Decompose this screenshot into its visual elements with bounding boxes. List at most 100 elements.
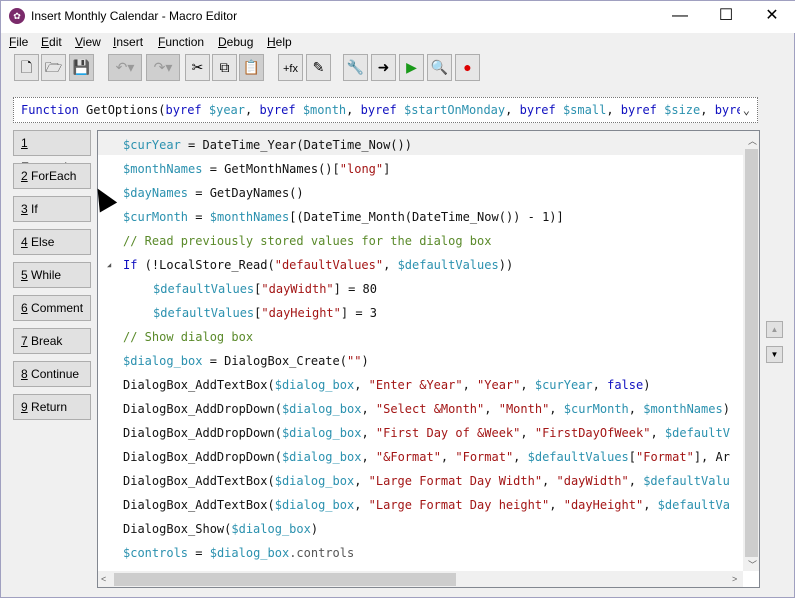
code-token: , [245,103,260,117]
open-button[interactable]: 🗁 [41,54,66,81]
code-token: "dayWidth" [261,282,334,296]
code-line: DialogBox_AddTextBox($dialog_box, "Enter… [123,373,650,397]
code-token: GetOptions( [86,103,166,117]
code-token: // Show dialog box [123,330,254,344]
snippet-button-foreach[interactable]: 2 ForEach [13,163,91,189]
code-token: , [520,426,535,440]
function-selector[interactable]: Function GetOptions(byref $year, byref $… [13,97,758,123]
code-token: "long" [339,162,384,176]
code-token: , [549,498,564,512]
code-token: "Month" [498,402,550,416]
redo-button[interactable]: ↷▾ [146,54,180,81]
code-token: , [361,426,376,440]
code-editor[interactable]: $curYear = DateTime_Year(DateTime_Now())… [97,130,760,588]
code-token: $monthNames [643,402,723,416]
undo-button[interactable]: ↶▾ [108,54,142,81]
vertical-scroll-thumb[interactable] [745,149,758,557]
find-button[interactable]: 🔍 [427,54,452,81]
snippet-button-expression[interactable]: 1 Expression [13,130,91,174]
scroll-up-icon[interactable]: ︿ [748,134,757,147]
code-line: DialogBox_AddTextBox($dialog_box, "Large… [123,493,730,517]
maximize-button[interactable]: ☐ [703,1,749,31]
snippet-button-else[interactable]: 4 Else [13,229,91,255]
menu-function[interactable]: Function [158,35,204,49]
snippet-label: If [27,202,38,216]
move-up-button[interactable]: ▲ [766,321,783,338]
snippet-button-break[interactable]: 7 Break [13,328,91,354]
code-token: [(DateTime_Month(DateTime_Now()) - 1)] [289,210,564,224]
code-token: DialogBox_AddTextBox( [123,498,275,512]
snippet-label: While [27,268,62,282]
code-token: "dayHeight" [563,498,644,512]
new-icon: 🗋 [20,59,33,75]
code-token: "&Format" [375,450,441,464]
menu-debug[interactable]: Debug [218,35,253,49]
title-bar: ✿ Insert Monthly Calendar - Macro Editor… [1,1,795,33]
function-signature: Function GetOptions(byref $year, byref $… [21,103,757,117]
paste-button[interactable]: 📋 [239,54,264,81]
code-token: = GetMonthNames()[ [202,162,340,176]
snippet-button-comment[interactable]: 6 Comment [13,295,91,321]
snippet-button-if[interactable]: 3 If [13,196,91,222]
snippet-accelerator: 8 [21,367,28,381]
wrench-button[interactable]: 🔧 [343,54,368,81]
code-token: "Select &Month" [375,402,485,416]
scroll-down-icon[interactable]: ﹀ [748,558,757,571]
code-token: ] [383,162,391,176]
code-token: "First Day of &Week" [375,426,521,440]
minimize-button[interactable]: — [657,1,703,31]
code-token: $curMonth [563,402,629,416]
code-token: ) [722,402,730,416]
snippet-button-continue[interactable]: 8 Continue [13,361,91,387]
code-token: $controls [123,546,189,560]
new-button[interactable]: 🗋 [14,54,39,81]
code-token: $defaultValues [153,306,255,320]
save-button[interactable]: 💾 [69,54,94,81]
code-token: byref [360,103,404,117]
menu-help[interactable]: Help [267,35,292,49]
menu-edit[interactable]: Edit [41,35,62,49]
chevron-down-icon[interactable]: ⌄ [739,98,753,122]
code-line: $curYear = DateTime_Year(DateTime_Now()) [123,133,412,157]
step-button[interactable]: ➜ [371,54,396,81]
code-token: , [354,498,369,512]
code-token: false [607,378,644,392]
cut-button[interactable]: ✂ [185,54,210,81]
snippet-label: Else [27,235,55,249]
code-token: , [606,103,621,117]
scroll-left-icon[interactable]: < [101,574,106,584]
code-token: DialogBox_AddDropDown( [123,450,282,464]
code-token: )) [498,258,514,272]
menu-file[interactable]: File [9,35,28,49]
code-token: $dialog_box [281,426,362,440]
code-token: ) [643,378,651,392]
edit-button[interactable]: ✎ [306,54,331,81]
code-token: = GetDayNames() [188,186,304,200]
code-token: $dayNames [123,186,189,200]
code-token: "FirstDayOfWeek" [534,426,651,440]
code-token: "dayWidth" [556,474,629,488]
window-title: Insert Monthly Calendar - Macro Editor [31,9,238,23]
code-token: $defaultValu [643,474,730,488]
close-button[interactable]: ✕ [749,1,795,31]
code-token: "dayHeight" [261,306,341,320]
find-icon: 🔍 [430,59,449,75]
copy-button[interactable]: ⧉ [212,54,237,81]
code-token: $defaultV [664,426,730,440]
scroll-right-icon[interactable]: > [732,574,737,584]
code-token: $dialog_box [123,354,203,368]
snippet-button-while[interactable]: 5 While [13,262,91,288]
snippet-button-return[interactable]: 9 Return [13,394,91,420]
fold-toggle-icon[interactable]: ◢ [107,253,111,277]
code-token: , [520,378,535,392]
record-button[interactable]: ● [455,54,480,81]
menu-view[interactable]: View [75,35,101,49]
save-icon: 💾 [72,59,91,75]
code-token: byref [620,103,665,117]
run-button[interactable]: ▶ [399,54,424,81]
move-down-button[interactable]: ▼ [766,346,783,363]
menu-insert[interactable]: Insert [113,35,143,49]
code-line: DialogBox_Show($dialog_box) [123,517,318,541]
horizontal-scroll-thumb[interactable] [114,573,456,586]
insert-function-button[interactable]: +fx [278,54,303,81]
